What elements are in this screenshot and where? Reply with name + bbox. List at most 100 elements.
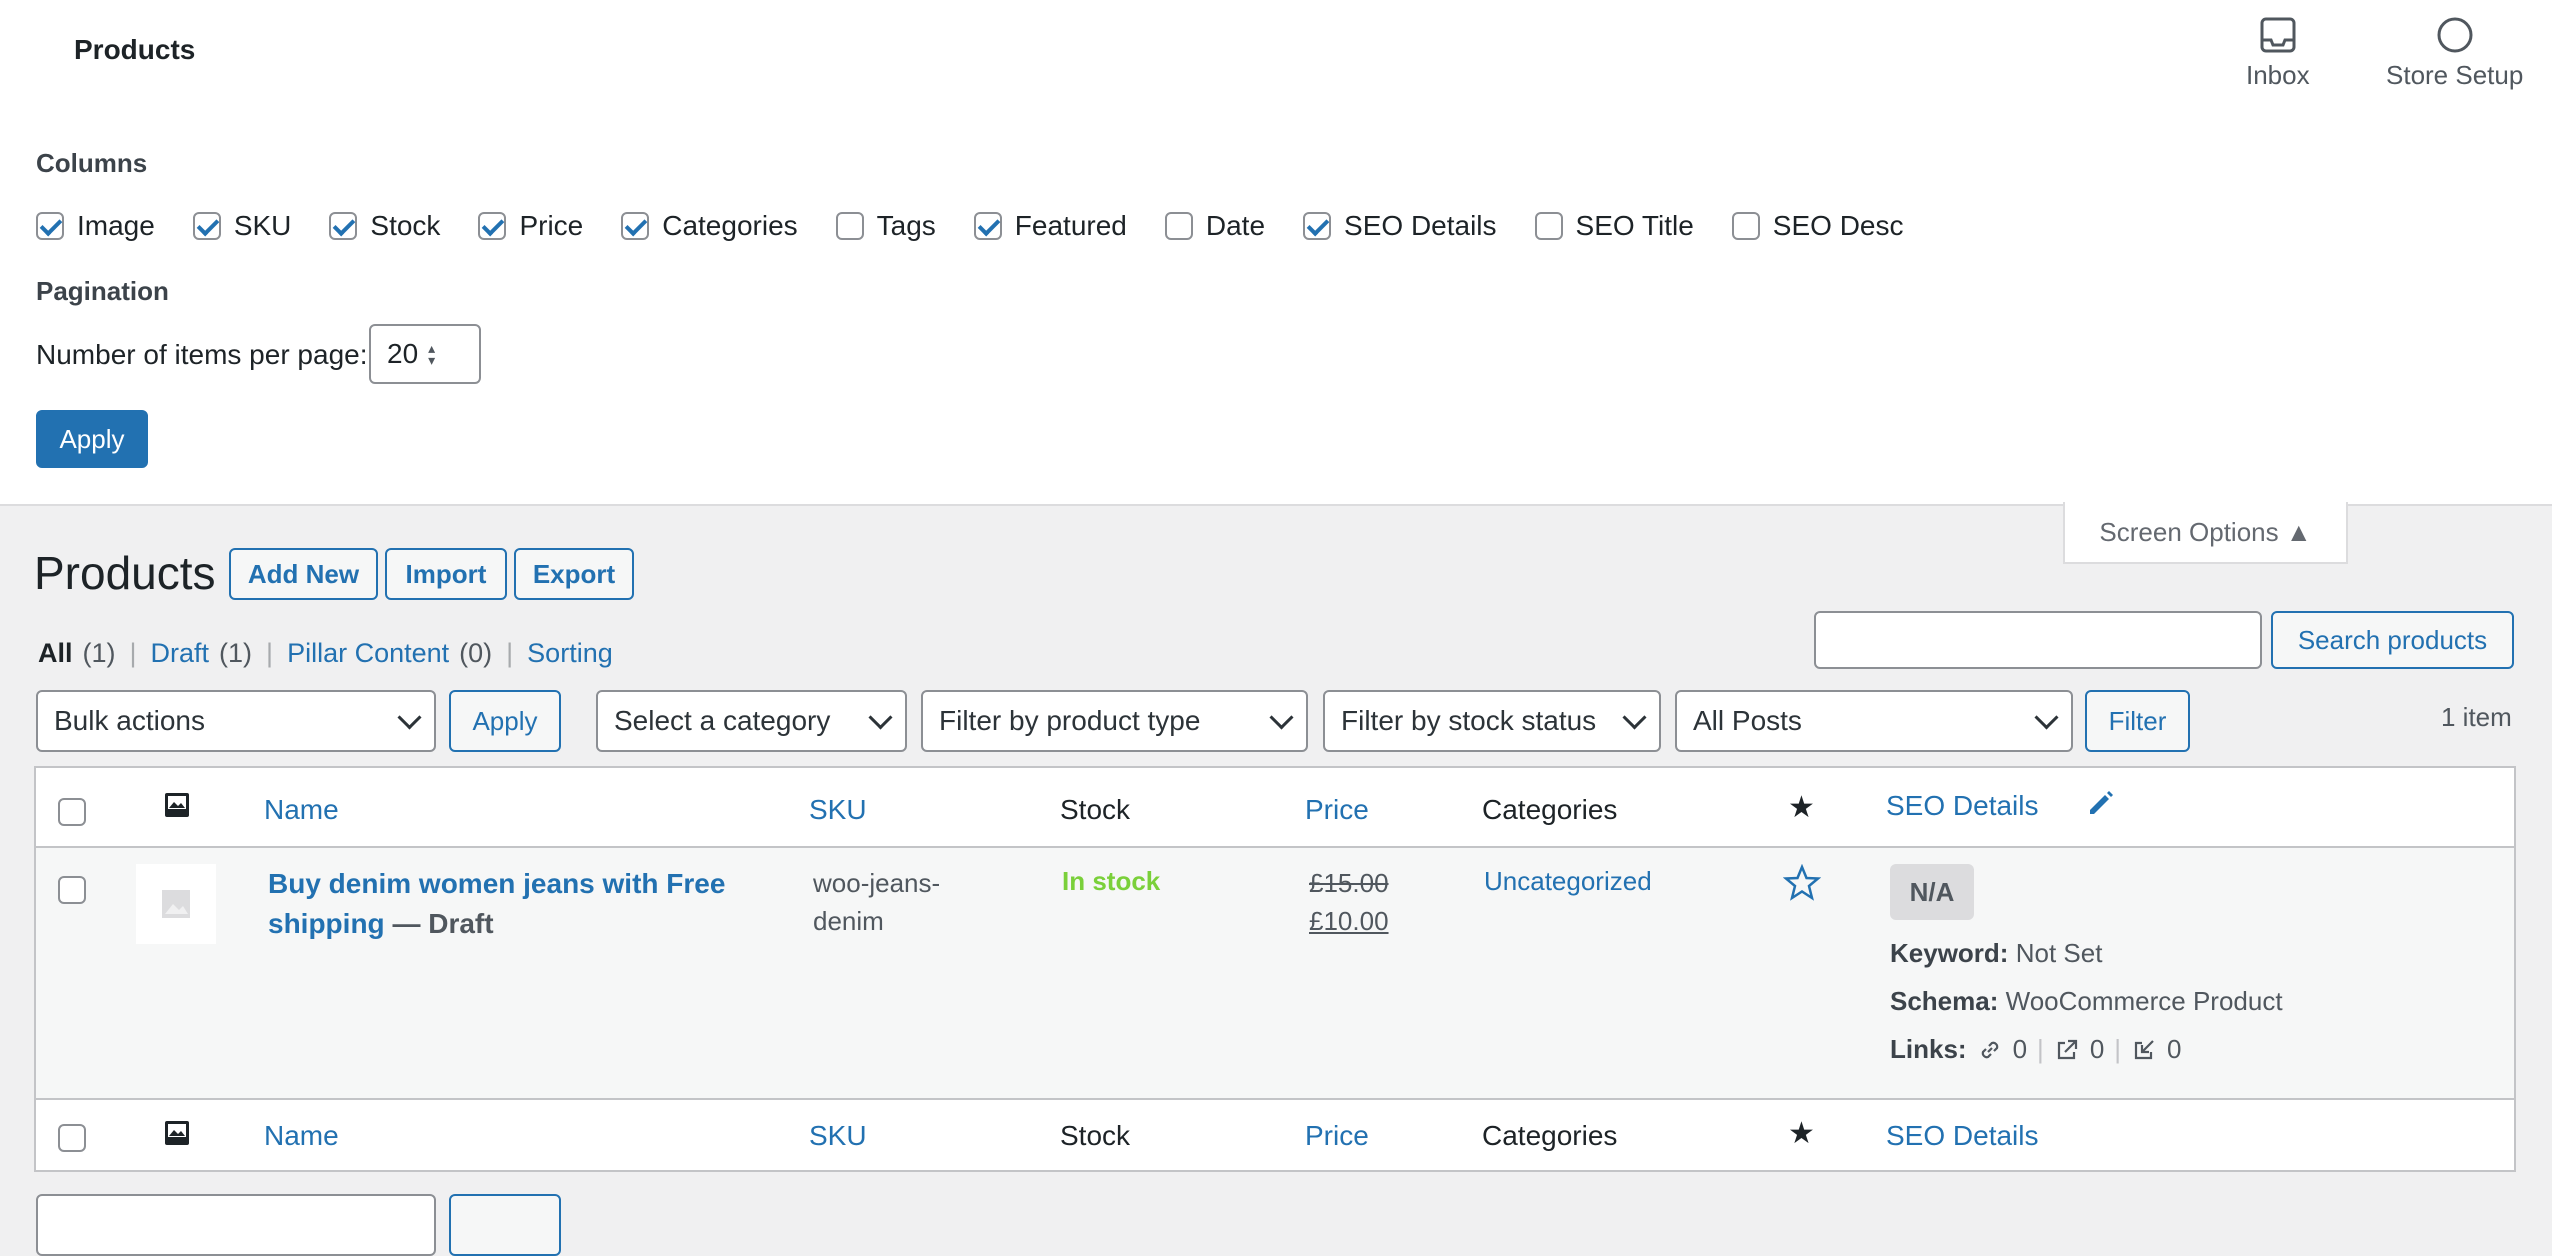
search-products-button[interactable]: Search products [2271,611,2514,669]
image-icon [165,1121,189,1145]
category-select[interactable]: Select a category [596,690,907,752]
column-name-header[interactable]: Name [264,794,339,826]
screen-options-apply-button[interactable]: Apply [36,410,148,468]
pencil-icon[interactable] [2084,786,2116,818]
stock-status-value: Filter by stock status [1341,705,1597,736]
column-seo-footer[interactable]: SEO Details [1886,1120,2039,1152]
star-outline-icon[interactable] [1783,864,1821,902]
column-stock-header: Stock [1060,794,1131,825]
stepper-icon[interactable]: ▴ ▾ [428,341,435,367]
column-sku-footer[interactable]: SKU [809,1120,867,1152]
product-sku: woo-jeans- denim [813,864,940,940]
column-name-footer[interactable]: Name [264,1120,339,1152]
category-value: Select a category [614,705,831,736]
column-price-header[interactable]: Price [1305,794,1369,826]
chevron-down-icon [1622,704,1647,730]
column-option-label: SEO Title [1575,210,1694,241]
column-option[interactable]: Image [36,210,155,242]
column-checkbox[interactable] [621,212,650,240]
items-per-page-value: 20 [387,338,419,369]
product-name-cell: Buy denim women jeans with Free shipping … [268,864,788,944]
column-checkbox[interactable] [192,212,221,240]
views-separator: | [506,638,514,668]
column-option[interactable]: Price [478,210,583,242]
export-button[interactable]: Export [514,548,634,600]
bulk-apply-button[interactable]: Apply [449,690,561,752]
column-option[interactable]: SEO Desc [1731,210,1904,242]
link-icon [1981,1041,1998,1058]
view-draft[interactable]: Draft [151,638,210,669]
column-option[interactable]: Featured [973,210,1127,242]
bulk-actions-select-bottom[interactable] [36,1194,436,1256]
column-checkbox[interactable] [1164,212,1193,240]
import-button[interactable]: Import [385,548,507,600]
inbox-icon [2260,17,2296,53]
column-checkbox[interactable] [1534,212,1563,240]
column-sku-header[interactable]: SKU [809,794,867,826]
column-checkbox[interactable] [1303,212,1332,240]
keyword-value: Not Set [2015,938,2103,968]
featured-star-icon[interactable]: ★ [1788,790,1815,825]
chevron-down-icon [397,704,422,730]
view-all[interactable]: All [38,638,73,669]
inbox-button[interactable]: Inbox [2246,16,2310,91]
add-new-button[interactable]: Add New [229,548,378,600]
store-setup-button[interactable]: Store Setup [2386,16,2523,91]
inbox-label: Inbox [2246,60,2310,90]
columns-options: Image SKU Stock Price Categories Tags Featured… [36,210,1942,242]
schema-value: WooCommerce Product [2005,986,2283,1016]
column-checkbox[interactable] [1731,212,1760,240]
column-option[interactable]: Stock [329,210,440,242]
column-option[interactable]: SKU [192,210,291,242]
column-checkbox[interactable] [478,212,507,240]
screen-options-panel: Columns Image SKU Stock Price Categories Tags… [0,106,2552,506]
placeholder-image-icon [162,890,190,918]
product-name-link[interactable]: Buy denim women jeans with Free shipping [268,868,725,939]
bulk-actions-select[interactable]: Bulk actions [36,690,436,752]
column-option[interactable]: Tags [835,210,936,242]
column-option[interactable]: Categories [621,210,798,242]
featured-star-icon[interactable]: ★ [1788,1116,1815,1151]
column-checkbox[interactable] [329,212,358,240]
select-all-checkbox[interactable] [58,797,86,826]
store-setup-label: Store Setup [2386,60,2524,90]
column-categories-header: Categories [1482,794,1618,825]
search-input[interactable] [1814,611,2262,669]
column-checkbox[interactable] [36,212,64,240]
items-per-page-input[interactable]: 20 ▴ ▾ [369,324,481,384]
screen-options-toggle[interactable]: Screen Options ▲ [2063,502,2348,564]
stock-status-select[interactable]: Filter by stock status [1323,690,1661,752]
column-option-label: Categories [662,210,798,241]
item-count: 1 item [2441,702,2512,732]
column-option[interactable]: SEO Title [1534,210,1694,242]
row-checkbox[interactable] [58,875,86,904]
stock-status-badge: In stock [1062,866,1161,896]
product-category-link[interactable]: Uncategorized [1484,866,1652,897]
select-all-checkbox-footer[interactable] [58,1123,86,1152]
column-checkbox[interactable] [835,212,864,240]
incoming-links-count: 0 [2167,1034,2182,1064]
posts-select[interactable]: All Posts [1675,690,2073,752]
view-all-count: (1) [82,638,116,668]
items-per-page-label: Number of items per page: [36,339,368,370]
seo-links: Links: 0 | 0 | 0 [1890,1034,2182,1065]
seo-score-badge: N/A [1890,864,1974,920]
bulk-apply-button-bottom[interactable] [449,1194,561,1256]
top-bar: Products Inbox Store Setup [0,0,2552,106]
column-option-label: Featured [1014,210,1127,241]
internal-links-count: 0 [2012,1034,2028,1064]
column-price-footer[interactable]: Price [1305,1120,1369,1152]
column-option[interactable]: SEO Details [1303,210,1497,242]
image-icon [165,793,189,817]
view-pillar-content[interactable]: Pillar Content [287,638,449,669]
product-thumbnail[interactable] [136,864,216,944]
column-checkbox[interactable] [973,212,1002,240]
product-type-select[interactable]: Filter by product type [921,690,1308,752]
external-link-icon [2057,1039,2077,1059]
column-option[interactable]: Date [1164,210,1265,242]
view-sorting[interactable]: Sorting [527,638,613,669]
seo-keyword: Keyword: Not Set [1890,938,2102,969]
column-seo-header[interactable]: SEO Details [1886,790,2039,822]
header-title: Products [74,34,196,65]
filter-button[interactable]: Filter [2085,690,2190,752]
